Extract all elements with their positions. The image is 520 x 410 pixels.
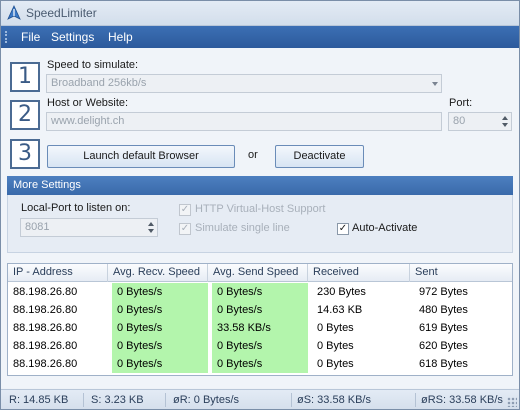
status-divider — [165, 393, 166, 407]
resize-grip-icon[interactable] — [507, 397, 517, 407]
menu-grip-icon — [5, 31, 8, 43]
main-content: 1 Speed to simulate: Broadband 256kb/s 2… — [1, 48, 519, 388]
column-header-received[interactable]: Received — [308, 264, 410, 282]
spin-up-icon — [502, 116, 508, 120]
cell-received: 230 Bytes — [317, 286, 366, 298]
spin-up-icon — [148, 222, 154, 226]
port-label: Port: — [449, 97, 473, 109]
http-vhost-checkbox[interactable]: ✓ — [179, 204, 191, 216]
table-row[interactable]: 88.198.26.80 0 Bytes/s 0 Bytes/s 0 Bytes… — [8, 355, 512, 373]
spin-down-icon — [502, 123, 508, 127]
speed-label: Speed to simulate: — [47, 59, 139, 71]
status-sent: S: 3.23 KB — [91, 394, 144, 406]
status-avg-recv: øR: 0 Bytes/s — [173, 394, 240, 406]
cell-sent: 620 Bytes — [419, 340, 468, 352]
cell-ip: 88.198.26.80 — [13, 340, 78, 352]
cell-ip: 88.198.26.80 — [13, 286, 78, 298]
port-input-value: 80 — [453, 115, 466, 127]
table-header: IP - Address Avg. Recv. Speed Avg. Send … — [8, 264, 512, 282]
status-divider — [415, 393, 416, 407]
cell-avg-recv: 0 Bytes/s — [112, 283, 208, 301]
host-label: Host or Website: — [47, 97, 129, 109]
single-line-label: Simulate single line — [195, 222, 290, 234]
connections-table: IP - Address Avg. Recv. Speed Avg. Send … — [7, 263, 513, 376]
deactivate-button[interactable]: Deactivate — [275, 145, 364, 168]
cell-received: 0 Bytes — [317, 358, 354, 370]
port-spinner[interactable] — [500, 114, 510, 129]
status-received: R: 14.85 KB — [9, 394, 69, 406]
column-header-avg-recv[interactable]: Avg. Recv. Speed — [108, 264, 208, 282]
cell-sent: 619 Bytes — [419, 322, 468, 334]
cell-ip: 88.198.26.80 — [13, 322, 78, 334]
cell-avg-send: 0 Bytes/s — [212, 301, 308, 319]
table-row[interactable]: 88.198.26.80 0 Bytes/s 0 Bytes/s 0 Bytes… — [8, 337, 512, 355]
cell-received: 0 Bytes — [317, 322, 354, 334]
more-settings-header[interactable]: More Settings — [7, 176, 513, 195]
app-logo-icon — [7, 5, 21, 20]
menu-help[interactable]: Help — [108, 30, 133, 44]
cell-received: 14.63 KB — [317, 304, 363, 316]
table-row[interactable]: 88.198.26.80 0 Bytes/s 0 Bytes/s 230 Byt… — [8, 283, 512, 301]
menu-settings[interactable]: Settings — [51, 30, 94, 44]
launch-browser-button[interactable]: Launch default Browser — [47, 145, 235, 168]
cell-avg-send: 0 Bytes/s — [212, 355, 308, 373]
more-settings-panel: Local-Port to listen on: 8081 ✓ HTTP Vir… — [7, 195, 513, 253]
port-input[interactable]: 80 — [448, 112, 512, 131]
window-title: SpeedLimiter — [26, 6, 97, 20]
chevron-down-icon — [432, 82, 438, 86]
single-line-checkbox[interactable]: ✓ — [179, 223, 191, 235]
host-input-value: www.delight.ch — [51, 115, 125, 127]
column-header-sent[interactable]: Sent — [410, 264, 512, 282]
cell-avg-send: 0 Bytes/s — [212, 337, 308, 355]
cell-ip: 88.198.26.80 — [13, 304, 78, 316]
cell-avg-send: 33.58 KB/s — [212, 319, 308, 337]
cell-avg-recv: 0 Bytes/s — [112, 301, 208, 319]
local-port-value: 8081 — [25, 221, 50, 233]
column-header-ip[interactable]: IP - Address — [8, 264, 108, 282]
cell-sent: 480 Bytes — [419, 304, 468, 316]
speed-select[interactable]: Broadband 256kb/s — [46, 74, 442, 93]
auto-activate-checkbox[interactable]: ✓ — [337, 223, 349, 235]
status-bar: R: 14.85 KB S: 3.23 KB øR: 0 Bytes/s øS:… — [1, 389, 519, 409]
cell-sent: 972 Bytes — [419, 286, 468, 298]
status-divider — [83, 393, 84, 407]
cell-received: 0 Bytes — [317, 340, 354, 352]
table-row[interactable]: 88.198.26.80 0 Bytes/s 33.58 KB/s 0 Byte… — [8, 319, 512, 337]
menu-file[interactable]: File — [21, 30, 40, 44]
cell-avg-recv: 0 Bytes/s — [112, 337, 208, 355]
http-vhost-label: HTTP Virtual-Host Support — [195, 203, 326, 215]
host-input[interactable]: www.delight.ch — [46, 112, 442, 131]
cell-sent: 618 Bytes — [419, 358, 468, 370]
local-port-spinner[interactable] — [146, 220, 156, 235]
step-3-number: 3 — [10, 139, 40, 169]
local-port-label: Local-Port to listen on: — [21, 202, 131, 214]
app-window: SpeedLimiter File Settings Help 1 Speed … — [0, 0, 520, 410]
status-divider — [291, 393, 292, 407]
column-header-avg-send[interactable]: Avg. Send Speed — [208, 264, 308, 282]
cell-ip: 88.198.26.80 — [13, 358, 78, 370]
menu-bar: File Settings Help — [1, 26, 519, 48]
status-avg-rs: øRS: 33.58 KB/s — [421, 394, 503, 406]
table-row[interactable]: 88.198.26.80 0 Bytes/s 0 Bytes/s 14.63 K… — [8, 301, 512, 319]
local-port-input[interactable]: 8081 — [20, 218, 158, 237]
step-1-number: 1 — [10, 62, 40, 92]
or-text: or — [248, 149, 258, 161]
status-avg-send: øS: 33.58 KB/s — [297, 394, 371, 406]
auto-activate-label: Auto-Activate — [352, 222, 418, 234]
title-bar: SpeedLimiter — [1, 1, 519, 26]
cell-avg-send: 0 Bytes/s — [212, 283, 308, 301]
cell-avg-recv: 0 Bytes/s — [112, 319, 208, 337]
cell-avg-recv: 0 Bytes/s — [112, 355, 208, 373]
spin-down-icon — [148, 229, 154, 233]
step-2-number: 2 — [10, 100, 40, 130]
speed-select-value: Broadband 256kb/s — [51, 77, 147, 89]
